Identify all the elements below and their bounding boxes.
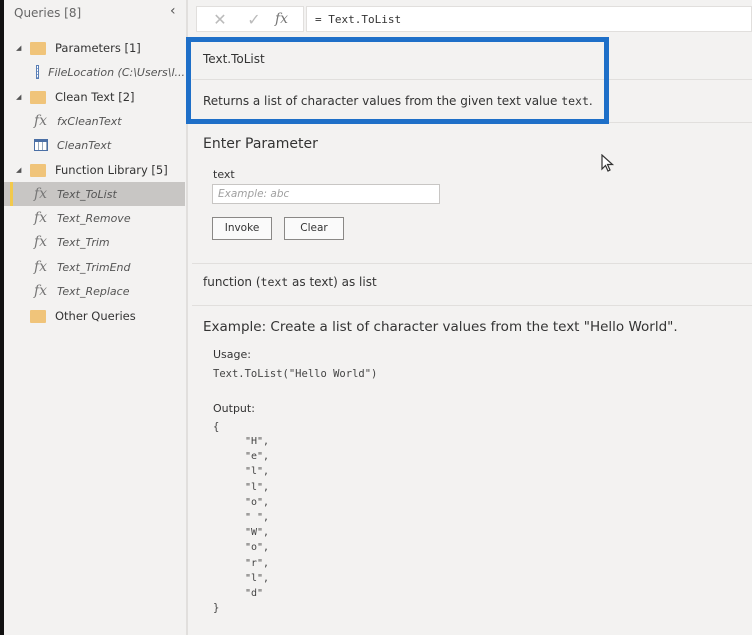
query-item-fxcleantext[interactable]: fx fxCleanText bbox=[4, 109, 185, 133]
formula-bar-buttons: ✕ ✓ fx bbox=[196, 6, 304, 32]
function-details-pane bbox=[190, 36, 752, 635]
fx-icon[interactable]: fx bbox=[275, 11, 288, 27]
check-icon[interactable]: ✓ bbox=[243, 10, 265, 29]
output-item: "o", bbox=[245, 542, 270, 554]
query-label: Text_TrimEnd bbox=[57, 260, 131, 274]
function-icon: fx bbox=[34, 234, 48, 250]
query-label: Text_Remove bbox=[57, 211, 131, 225]
group-function-library[interactable]: ◢ Function Library [5] bbox=[4, 158, 185, 182]
query-item-cleantext[interactable]: CleanText bbox=[4, 133, 185, 157]
output-label: Output: bbox=[213, 402, 255, 415]
text-parameter-input[interactable] bbox=[212, 184, 440, 204]
function-icon: fx bbox=[34, 113, 48, 129]
output-item: "e", bbox=[245, 451, 270, 463]
group-label: Other Queries bbox=[55, 309, 136, 323]
query-label: CleanText bbox=[57, 138, 112, 152]
output-item: "d" bbox=[245, 588, 264, 599]
function-icon: fx bbox=[34, 210, 48, 226]
mouse-cursor-icon bbox=[601, 154, 615, 172]
group-label: Parameters [1] bbox=[55, 41, 141, 55]
cancel-icon[interactable]: ✕ bbox=[209, 10, 231, 29]
function-icon: fx bbox=[34, 186, 48, 202]
invoke-button[interactable]: Invoke bbox=[212, 217, 272, 240]
divider bbox=[192, 263, 752, 264]
expand-triangle-icon[interactable]: ◢ bbox=[16, 93, 26, 101]
query-label: Text_Replace bbox=[57, 284, 130, 298]
output-item: "r", bbox=[245, 557, 270, 569]
query-item-text-tolist[interactable]: fx Text_ToList bbox=[4, 182, 185, 206]
query-label: FileLocation (C:\Users\l... bbox=[48, 65, 185, 79]
output-item: " ", bbox=[245, 512, 270, 523]
group-parameters[interactable]: ◢ Parameters [1] bbox=[4, 36, 185, 60]
query-item-text-replace[interactable]: fx Text_Replace bbox=[4, 279, 185, 303]
query-item-text-trimend[interactable]: fx Text_TrimEnd bbox=[4, 255, 185, 279]
group-label: Function Library [5] bbox=[55, 163, 168, 177]
folder-icon bbox=[30, 309, 46, 323]
output-item: "W", bbox=[245, 527, 270, 539]
param-label: text bbox=[213, 168, 235, 181]
function-icon: fx bbox=[34, 283, 48, 299]
query-label: Text_Trim bbox=[57, 235, 110, 249]
output-item: "o", bbox=[245, 496, 270, 508]
folder-icon bbox=[30, 41, 46, 55]
output-item: "l", bbox=[245, 466, 270, 478]
enter-parameter-heading: Enter Parameter bbox=[203, 136, 318, 152]
output-open-brace: { bbox=[213, 421, 220, 433]
parameter-icon bbox=[36, 65, 40, 79]
query-item-filelocation[interactable]: FileLocation (C:\Users\l... bbox=[4, 60, 185, 84]
query-label: Text_ToList bbox=[57, 187, 117, 201]
expand-triangle-icon[interactable]: ◢ bbox=[16, 166, 26, 174]
group-other-queries[interactable]: Other Queries bbox=[4, 304, 185, 328]
highlight-annotation-box bbox=[186, 37, 609, 124]
output-close-brace: } bbox=[213, 602, 220, 614]
formula-bar: ✕ ✓ fx = Text.ToList bbox=[196, 6, 752, 32]
function-signature: function (text as text) as list bbox=[203, 275, 377, 289]
function-icon: fx bbox=[34, 259, 48, 275]
divider bbox=[192, 305, 752, 306]
query-item-text-remove[interactable]: fx Text_Remove bbox=[4, 206, 185, 230]
output-item: "l", bbox=[245, 481, 270, 493]
expand-triangle-icon[interactable]: ◢ bbox=[16, 44, 26, 52]
formula-input[interactable]: = Text.ToList bbox=[306, 6, 752, 32]
queries-header: Queries [8] bbox=[14, 6, 82, 20]
clear-button[interactable]: Clear bbox=[284, 217, 344, 240]
queries-pane: Queries [8] ‹ ◢ Parameters [1] FileLocat… bbox=[0, 0, 188, 635]
folder-icon bbox=[30, 163, 46, 177]
group-label: Clean Text [2] bbox=[55, 90, 135, 104]
output-item: "l", bbox=[245, 572, 270, 584]
query-label: fxCleanText bbox=[57, 114, 122, 128]
usage-code: Text.ToList("Hello World") bbox=[213, 368, 378, 380]
usage-label: Usage: bbox=[213, 348, 251, 361]
chevron-left-icon[interactable]: ‹ bbox=[170, 3, 176, 19]
group-clean-text[interactable]: ◢ Clean Text [2] bbox=[4, 85, 185, 109]
folder-icon bbox=[30, 90, 46, 104]
table-icon bbox=[34, 139, 48, 151]
example-title: Example: Create a list of character valu… bbox=[203, 319, 678, 335]
output-item: "H", bbox=[245, 436, 270, 447]
query-item-text-trim[interactable]: fx Text_Trim bbox=[4, 230, 185, 254]
